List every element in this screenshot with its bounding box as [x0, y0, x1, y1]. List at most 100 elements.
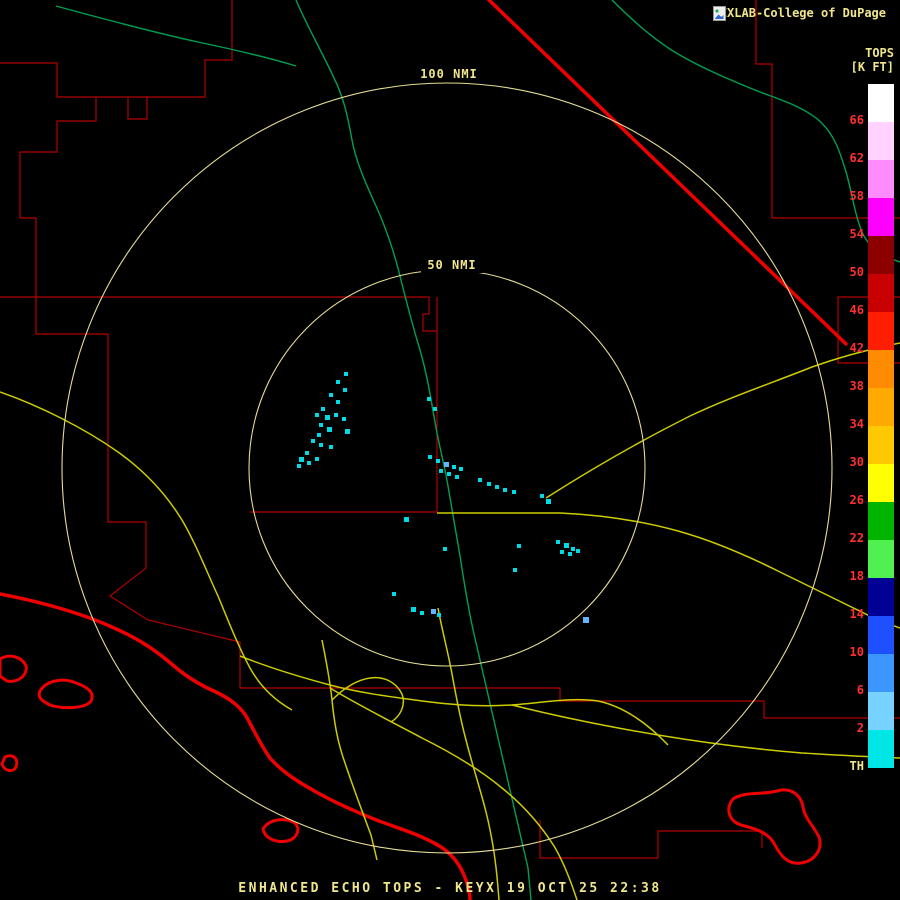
- radar-map: 100 NMI 50 NMI: [0, 0, 900, 900]
- echo-pixel: [427, 397, 431, 401]
- echo-pixel: [459, 467, 463, 471]
- island-outline: [0, 754, 19, 773]
- echo-pixel: [513, 568, 517, 572]
- legend-entry-label: 42: [849, 341, 864, 355]
- legend-entry-label: 66: [849, 113, 864, 127]
- legend-entry-swatch: [868, 692, 894, 730]
- legend-entry-label: 30: [849, 455, 864, 469]
- legend-entry: 46: [850, 274, 894, 316]
- county-boundaries: [0, 0, 900, 859]
- legend-entry-swatch: [868, 84, 894, 122]
- legend-entry-swatch: [868, 426, 894, 464]
- range-ring-50nmi: [248, 269, 646, 667]
- echo-pixel: [583, 617, 589, 623]
- legend-title: TOPS: [865, 46, 894, 60]
- echo-pixel: [297, 464, 301, 468]
- echo-pixel: [560, 550, 564, 554]
- legend-entry: TH: [850, 730, 894, 772]
- legend-entry: 34: [850, 388, 894, 430]
- echo-pixel: [455, 475, 459, 479]
- legend-entry-swatch: [868, 198, 894, 236]
- echo-pixel: [342, 417, 346, 421]
- legend-entry: 6: [850, 654, 894, 696]
- legend-entry-label: 46: [849, 303, 864, 317]
- echo-pixel: [327, 427, 332, 432]
- legend-entry-label: 62: [849, 151, 864, 165]
- echo-pixel: [311, 439, 315, 443]
- legend-entry-swatch: [868, 730, 894, 768]
- legend-entry: 14: [850, 578, 894, 620]
- echo-pixel: [336, 380, 340, 384]
- echo-pixel: [315, 457, 319, 461]
- legend-entry-swatch: [868, 578, 894, 616]
- road-lines: [0, 342, 900, 900]
- echo-pixel: [503, 488, 507, 492]
- legend-entry-swatch: [868, 350, 894, 388]
- legend-entry: 54: [850, 198, 894, 240]
- radar-echoes: [297, 372, 589, 623]
- legend-entry-swatch: [868, 388, 894, 426]
- echo-pixel: [512, 490, 516, 494]
- echo-pixel: [344, 372, 348, 376]
- echo-pixel: [444, 462, 449, 467]
- echo-pixel: [404, 517, 409, 522]
- river-lines: [55, 0, 900, 900]
- product-caption: ENHANCED ECHO TOPS - KEYX 19 OCT 25 22:3…: [238, 881, 662, 896]
- range-rings: 100 NMI 50 NMI: [61, 66, 833, 854]
- attribution: NEXLAB-College of DuPage: [712, 6, 892, 21]
- echo-pixel: [343, 388, 347, 392]
- echo-pixel: [443, 547, 447, 551]
- legend-entry: 26: [850, 464, 894, 506]
- echo-pixel: [319, 443, 323, 447]
- echo-pixel: [319, 423, 323, 427]
- legend-entry: 22: [850, 502, 894, 544]
- echo-pixel: [299, 457, 304, 462]
- legend-entry: 58: [850, 160, 894, 202]
- legend-entry: [850, 768, 894, 806]
- echo-pixel: [336, 400, 340, 404]
- legend-entry-swatch: [868, 312, 894, 350]
- echo-pixel: [433, 407, 437, 411]
- echo-pixel: [540, 494, 544, 498]
- echo-pixel: [478, 478, 482, 482]
- echo-pixel: [437, 613, 441, 617]
- legend-entry-label: 6: [856, 683, 864, 697]
- legend-entry: 10: [850, 616, 894, 658]
- coastline: [0, 592, 472, 900]
- legend-entry: 18: [850, 540, 894, 582]
- echo-pixel: [317, 433, 321, 437]
- echo-pixel: [325, 415, 330, 420]
- legend-entry: 42: [850, 312, 894, 354]
- legend-entry-swatch: [868, 464, 894, 502]
- ring-label-100nmi: 100 NMI: [420, 67, 478, 81]
- echo-pixel: [345, 429, 350, 434]
- echo-pixel: [576, 549, 580, 553]
- echo-pixel: [334, 413, 338, 417]
- island-outline: [727, 788, 822, 865]
- legend-entry-swatch: [868, 654, 894, 692]
- island-outline: [261, 818, 300, 843]
- legend-entry: 62: [850, 122, 894, 164]
- echo-pixel: [431, 609, 436, 614]
- legend-entry-swatch: [868, 616, 894, 654]
- echo-pixel: [546, 499, 551, 504]
- legend-colorbar: 66 62 58 54 50 46 42 38 34 30 26 22 18 14 10 6 2 TH: [850, 84, 894, 806]
- legend-entry: 66: [850, 84, 894, 126]
- state-border-diagonal: [487, 0, 848, 346]
- echo-pixel: [487, 482, 491, 486]
- echo-pixel: [517, 544, 521, 548]
- attribution-text: NEXLAB-College of DuPage: [712, 6, 886, 20]
- state-border-and-coastline: [0, 0, 848, 900]
- legend-entry-swatch: [868, 274, 894, 312]
- legend-entry-label: 10: [849, 645, 864, 659]
- legend: TOPS [K FT] 66 62 58 54 50 46 42 38 34 30 26 22 18 14…: [850, 46, 894, 806]
- echo-pixel: [571, 547, 575, 551]
- legend-entry-label: 2: [856, 721, 864, 735]
- echo-pixel: [439, 469, 443, 473]
- echo-pixel: [392, 592, 396, 596]
- echo-pixel: [495, 485, 499, 489]
- legend-units: [K FT]: [850, 60, 894, 74]
- legend-entry-label: 58: [849, 189, 864, 203]
- range-ring-100nmi: [61, 82, 833, 854]
- legend-entry-label: 34: [849, 417, 864, 431]
